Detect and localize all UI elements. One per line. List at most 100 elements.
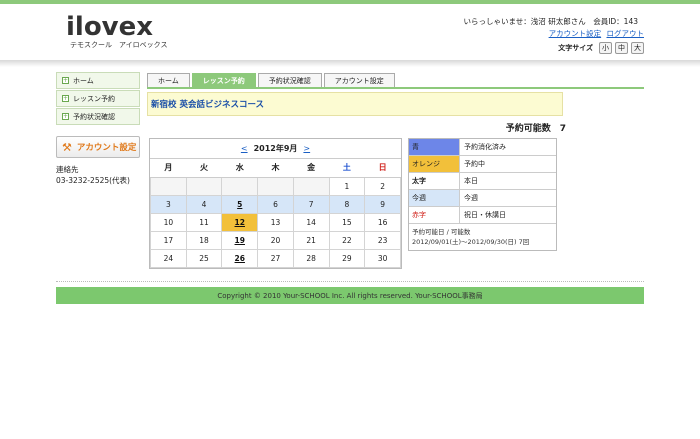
calendar-day-empty (185, 176, 223, 196)
legend-value: 予約消化済み (464, 143, 506, 151)
calendar-day[interactable]: 4 (185, 194, 223, 214)
reservable-count: 予約可能数 7 (505, 124, 566, 134)
legend-row: オレンジ 予約中 (409, 156, 556, 173)
weekday-header: 土 (329, 159, 365, 178)
calendar-day[interactable]: 27 (257, 248, 294, 268)
legend-row: 赤字 祝日・休講日 (409, 207, 556, 224)
calendar-day[interactable]: 18 (185, 230, 223, 250)
calendar-day[interactable]: 8 (328, 194, 366, 214)
logo-subtitle: テモスクール アイロベックス (70, 41, 168, 49)
contact-info: 連絡先 03-3232-2525(代表) (56, 164, 140, 186)
main-tabs: ホーム レッスン予約 予約状況確認 アカウント設定 (147, 73, 395, 87)
availability-note-range: 2012/09/01(土)〜2012/09/30(日) 7回 (412, 238, 530, 246)
calendar-day[interactable]: 28 (292, 248, 330, 268)
calendar-day-link[interactable]: 26 (221, 248, 259, 268)
sidebar-item-home[interactable]: + ホーム (56, 72, 140, 89)
calendar: < 2012年9月 > 月 火 水 木 金 土 日 1 2 3 4 5 6 7 … (149, 138, 402, 269)
calendar-day-empty (257, 176, 294, 196)
font-size-switcher: 文字サイズ 小 中 大 (558, 42, 644, 54)
legend-value: 本日 (464, 177, 478, 185)
prev-month-link[interactable]: < (241, 144, 248, 153)
calendar-day[interactable]: 21 (292, 230, 330, 250)
legend-key: オレンジ (409, 156, 460, 172)
sidebar-item-label: ホーム (73, 76, 94, 85)
account-settings-button-label: アカウント設定 (76, 143, 137, 153)
legend-key: 青 (409, 139, 460, 155)
sidebar-item-label: レッスン予約 (73, 94, 115, 103)
sidebar-item-label: 予約状況確認 (73, 112, 115, 121)
sidebar-item-reservation-status[interactable]: + 予約状況確認 (56, 108, 140, 125)
legend-row: 太字 本日 (409, 173, 556, 190)
logout-link[interactable]: ログアウト (607, 29, 645, 38)
calendar-week-row: 10 11 12 13 14 15 16 (150, 212, 401, 232)
calendar-day[interactable]: 15 (328, 212, 366, 232)
calendar-day[interactable]: 9 (364, 194, 401, 214)
welcome-text: いらっしゃいませ：浅沼 研太郎さん 会員ID：143 (463, 17, 638, 26)
calendar-day-empty (150, 176, 187, 196)
calendar-day[interactable]: 24 (150, 248, 187, 268)
plus-bullet-icon: + (62, 113, 69, 120)
course-title: 新宿校 英会話ビジネスコース (147, 92, 563, 116)
calendar-day[interactable]: 1 (328, 176, 366, 196)
calendar-legend: 青 予約消化済み オレンジ 予約中 太字 本日 今週 今週 赤字 祝日・休講日 … (408, 138, 557, 251)
font-size-small-button[interactable]: 小 (599, 42, 612, 54)
calendar-day[interactable]: 29 (328, 248, 366, 268)
font-size-medium-button[interactable]: 中 (615, 42, 628, 54)
font-size-large-button[interactable]: 大 (631, 42, 644, 54)
tab-account-settings[interactable]: アカウント設定 (323, 73, 395, 87)
legend-value: 予約中 (464, 160, 485, 168)
calendar-day[interactable]: 23 (364, 230, 401, 250)
availability-note: 予約可能日 / 可能数 2012/09/01(土)〜2012/09/30(日) … (409, 224, 556, 250)
weekday-header: 木 (257, 159, 294, 178)
calendar-week-row: 17 18 19 20 21 22 23 (150, 230, 401, 250)
calendar-day[interactable]: 14 (292, 212, 330, 232)
logo[interactable]: ilovex (66, 14, 153, 40)
calendar-day-empty (221, 176, 259, 196)
legend-key: 赤字 (409, 207, 460, 223)
availability-note-title: 予約可能日 / 可能数 (412, 228, 471, 236)
footer: Copyright © 2010 Your-SCHOOL Inc. All ri… (56, 287, 644, 304)
sidebar: + ホーム + レッスン予約 + 予約状況確認 ⚒ アカウント設定 連絡先 03… (56, 72, 140, 186)
plus-bullet-icon: + (62, 77, 69, 84)
tab-underline (147, 87, 644, 89)
calendar-day[interactable]: 6 (257, 194, 294, 214)
calendar-day[interactable]: 10 (150, 212, 187, 232)
legend-value: 今週 (464, 194, 478, 202)
calendar-day[interactable]: 22 (328, 230, 366, 250)
legend-key: 太字 (409, 173, 460, 189)
calendar-day[interactable]: 3 (150, 194, 187, 214)
calendar-week-row: 24 25 26 27 28 29 30 (150, 248, 401, 268)
footer-divider (56, 281, 644, 282)
calendar-day[interactable]: 30 (364, 248, 401, 268)
tab-reservation-status[interactable]: 予約状況確認 (257, 73, 322, 87)
calendar-day[interactable]: 17 (150, 230, 187, 250)
calendar-day-empty (292, 176, 330, 196)
calendar-week-row: 3 4 5 6 7 8 9 (150, 194, 401, 214)
calendar-day-today[interactable]: 5 (221, 194, 259, 214)
calendar-day[interactable]: 2 (364, 176, 401, 196)
contact-phone: 03-3232-2525(代表) (56, 176, 130, 185)
weekday-header: 火 (186, 159, 222, 178)
account-links: アカウント設定 ログアウト (546, 28, 644, 39)
weekday-header: 月 (150, 159, 187, 178)
account-settings-link[interactable]: アカウント設定 (549, 29, 602, 38)
legend-row: 今週 今週 (409, 190, 556, 207)
account-settings-button[interactable]: ⚒ アカウント設定 (56, 136, 140, 158)
calendar-day[interactable]: 13 (257, 212, 294, 232)
calendar-day-reserved[interactable]: 12 (221, 212, 259, 232)
header: ilovex テモスクール アイロベックス いらっしゃいませ：浅沼 研太郎さん … (0, 4, 700, 62)
calendar-day[interactable]: 20 (257, 230, 294, 250)
calendar-month-title: 2012年9月 (253, 144, 298, 153)
tools-icon: ⚒ (62, 140, 72, 154)
tab-home[interactable]: ホーム (147, 73, 190, 87)
calendar-day-link[interactable]: 19 (221, 230, 259, 250)
next-month-link[interactable]: > (303, 144, 310, 153)
sidebar-item-lesson-reservation[interactable]: + レッスン予約 (56, 90, 140, 107)
weekday-header: 水 (221, 159, 258, 178)
tab-lesson-reservation[interactable]: レッスン予約 (191, 73, 256, 87)
calendar-day[interactable]: 16 (364, 212, 401, 232)
calendar-day[interactable]: 25 (185, 248, 223, 268)
calendar-day[interactable]: 11 (185, 212, 223, 232)
legend-key: 今週 (409, 190, 460, 206)
calendar-day[interactable]: 7 (292, 194, 330, 214)
